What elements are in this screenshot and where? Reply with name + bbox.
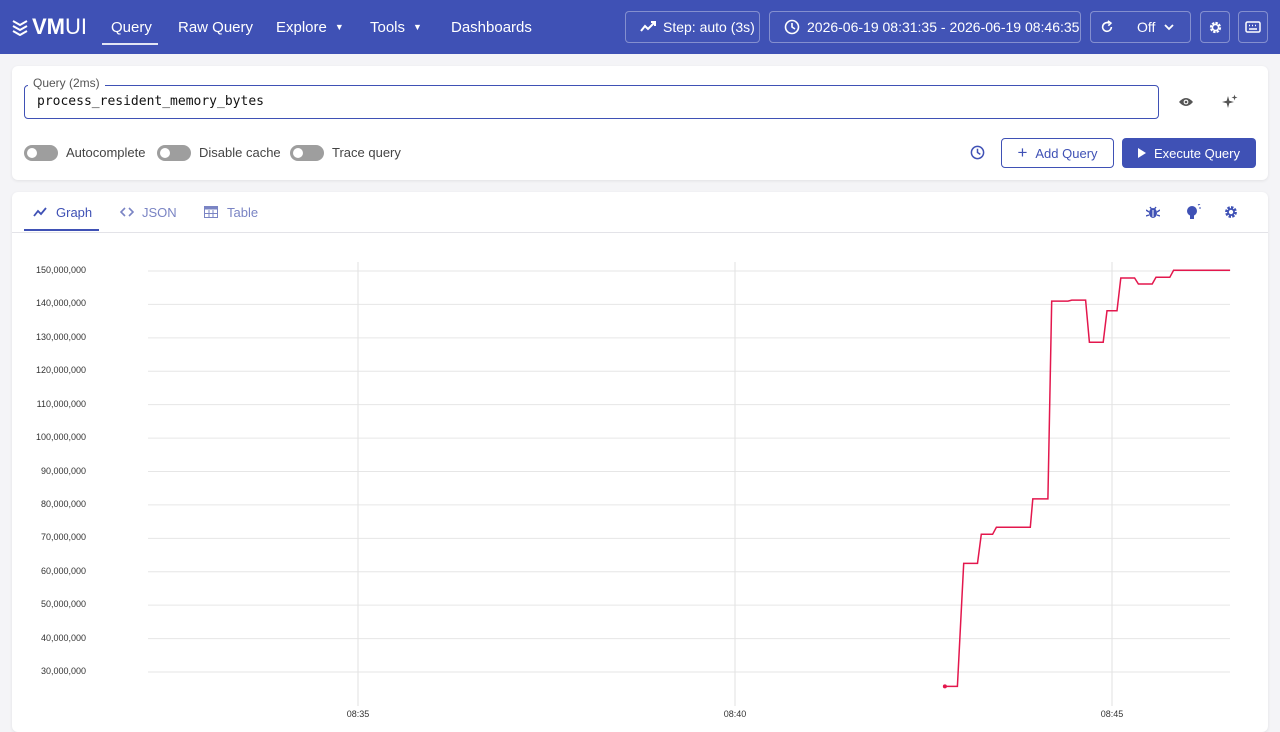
series-line[interactable] [944,269,1231,688]
memory-line-chart[interactable] [0,0,1280,720]
series-point[interactable] [942,684,947,689]
